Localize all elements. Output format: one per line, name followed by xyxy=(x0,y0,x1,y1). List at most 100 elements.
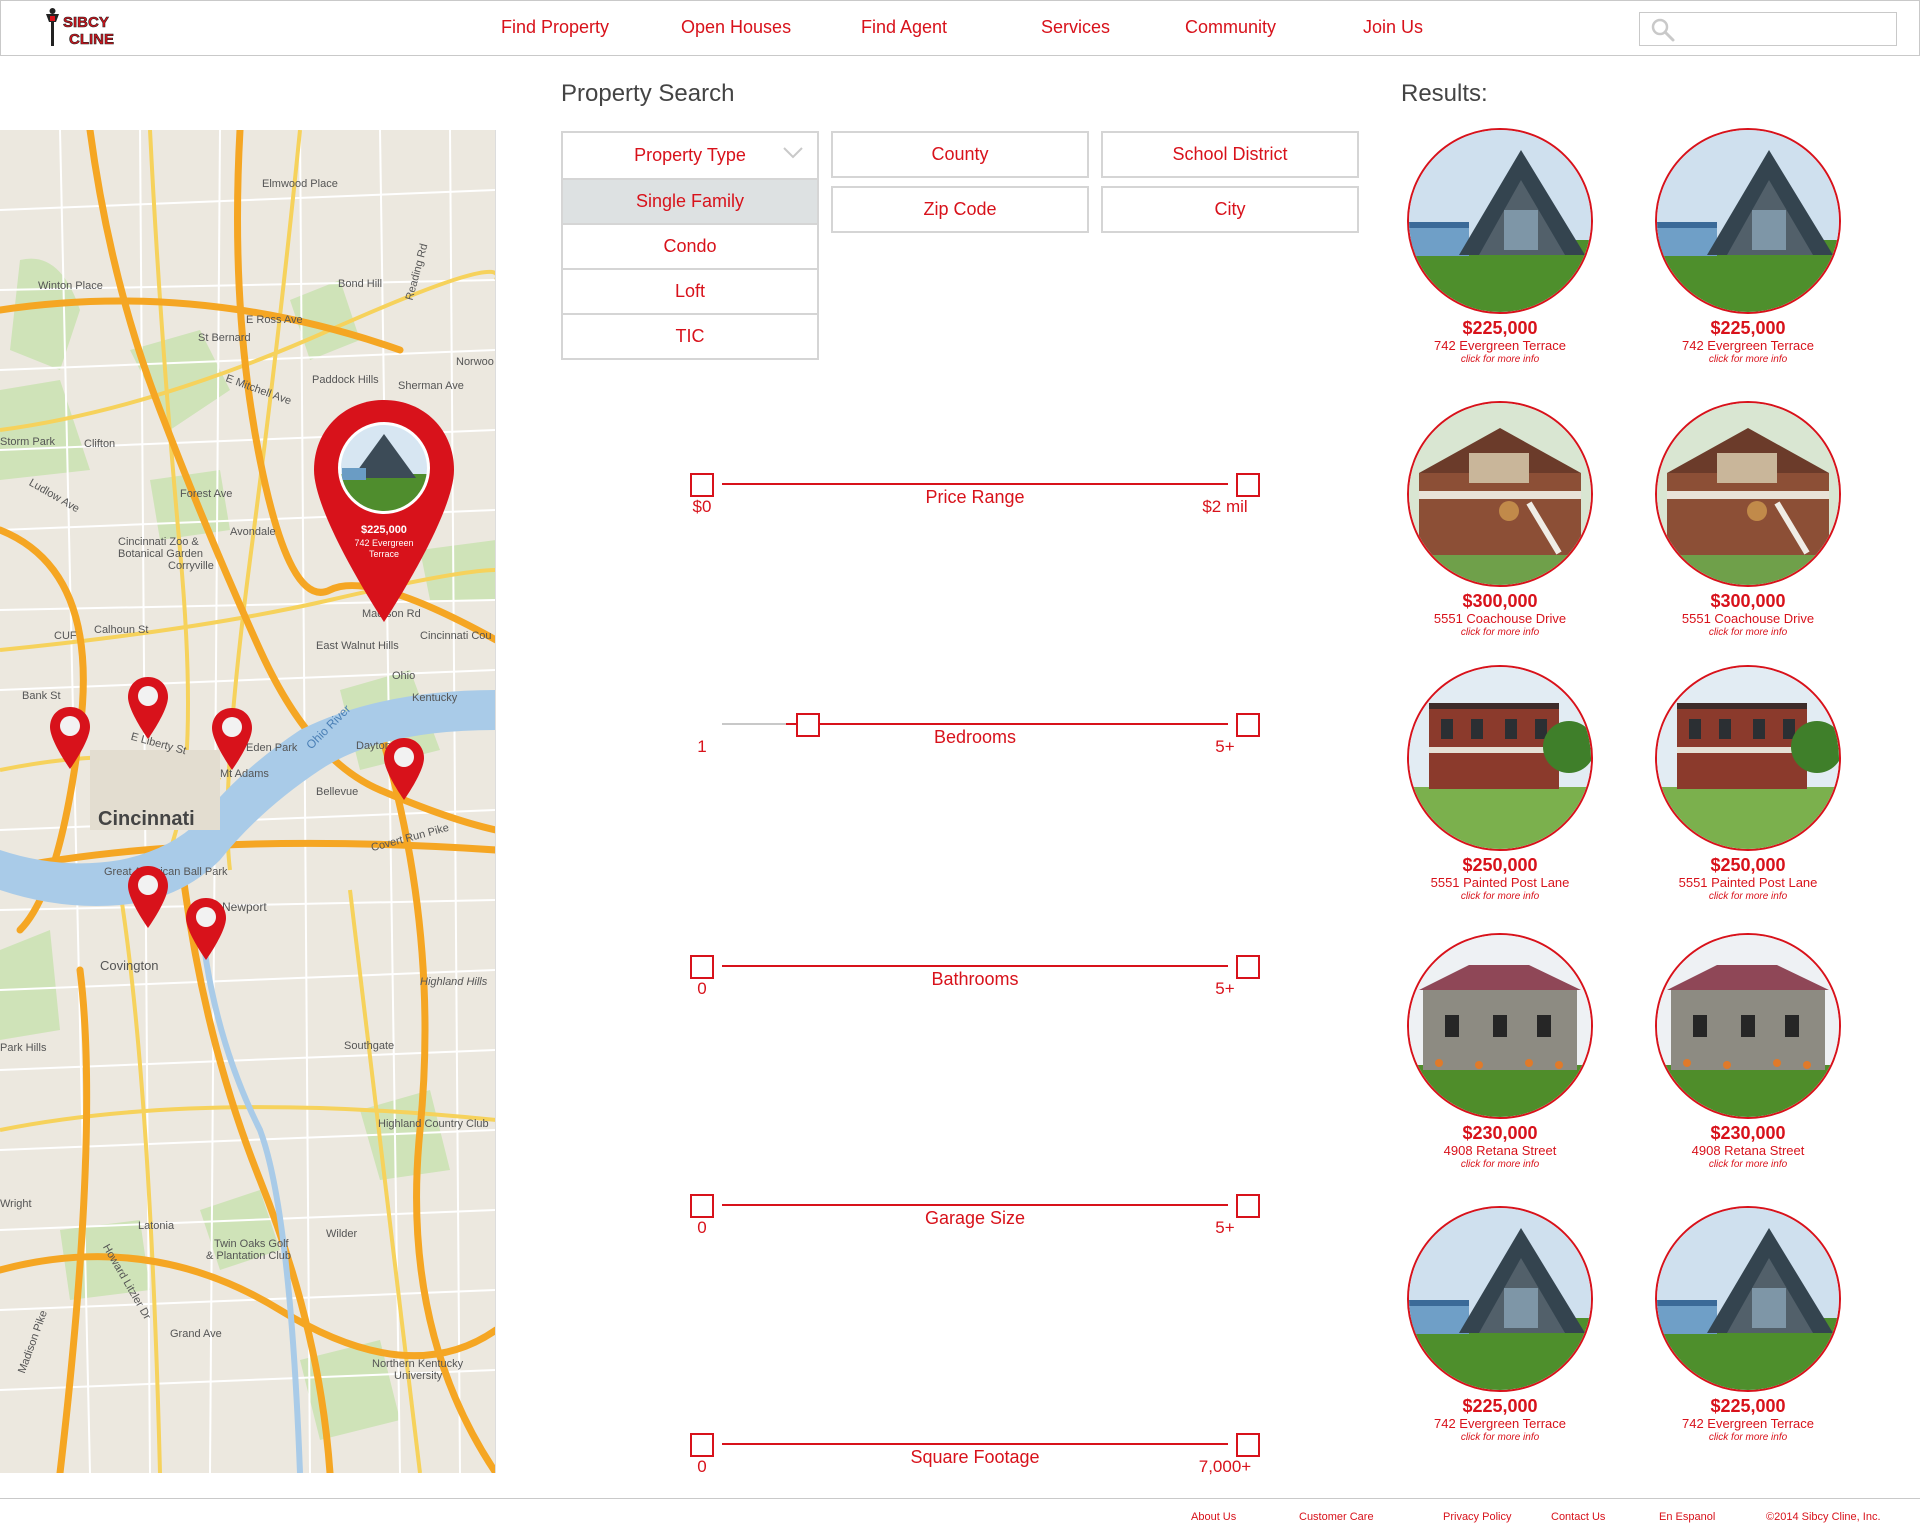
nav-services[interactable]: Services xyxy=(1041,17,1110,38)
result-more-info-link[interactable]: click for more info xyxy=(1380,891,1620,903)
footer-contact-us[interactable]: Contact Us xyxy=(1551,1511,1605,1523)
type-option-single-family[interactable]: Single Family xyxy=(563,178,817,223)
result-photo[interactable] xyxy=(1655,1206,1841,1392)
result-address: 5551 Coachouse Drive xyxy=(1433,611,1567,626)
property-type-label: Property Type xyxy=(634,145,746,165)
result-card[interactable]: $300,000 5551 Coachouse Drive click for mo… xyxy=(1380,401,1620,639)
garage-size-slider[interactable]: Garage Size 0 5+ xyxy=(690,1182,1260,1262)
result-card[interactable]: $225,000 742 Evergreen Terrace click for m… xyxy=(1380,128,1620,366)
county-filter[interactable]: County xyxy=(831,131,1089,178)
price-range-slider[interactable]: Price Range $0 $2 mil xyxy=(690,461,1260,541)
map-label-paddock: Paddock Hills xyxy=(312,374,379,386)
result-photo[interactable] xyxy=(1655,665,1841,851)
selected-map-pin[interactable]: $225,000 742 Evergreen Terrace xyxy=(312,398,456,624)
search-box[interactable] xyxy=(1639,12,1897,46)
result-more-info-link[interactable]: click for more info xyxy=(1628,1159,1868,1171)
square-footage-slider[interactable]: Square Footage 0 7,000+ xyxy=(690,1421,1260,1501)
slider-track xyxy=(722,965,1228,967)
result-more-info-link[interactable]: click for more info xyxy=(1628,891,1868,903)
result-photo[interactable] xyxy=(1655,933,1841,1119)
nav-open-houses[interactable]: Open Houses xyxy=(681,17,791,38)
result-card[interactable]: $225,000 742 Evergreen Terrace click for m… xyxy=(1380,1206,1620,1444)
result-more-info-link[interactable]: click for more info xyxy=(1380,354,1620,366)
footer-about-us[interactable]: About Us xyxy=(1191,1511,1236,1523)
result-photo[interactable] xyxy=(1655,128,1841,314)
result-card[interactable]: $250,000 5551 Painted Post Lane click for … xyxy=(1380,665,1620,903)
map-pin[interactable] xyxy=(382,736,426,802)
type-option-condo[interactable]: Condo xyxy=(563,223,817,268)
map-label-latonia: Latonia xyxy=(138,1220,175,1232)
result-more-info-link[interactable]: click for more info xyxy=(1628,1432,1868,1444)
slider-max-value: 5+ xyxy=(1215,737,1235,756)
pin-popup-price: $225,000 xyxy=(361,524,407,536)
chevron-down-icon[interactable] xyxy=(783,146,803,160)
result-address: 5551 Painted Post Lane xyxy=(1678,875,1818,890)
nav-find-agent[interactable]: Find Agent xyxy=(861,17,947,38)
result-address: 742 Evergreen Terrace xyxy=(1433,1416,1566,1431)
zip-code-filter[interactable]: Zip Code xyxy=(831,186,1089,233)
result-card[interactable]: $225,000 742 Evergreen Terrace click for m… xyxy=(1628,128,1868,366)
result-photo[interactable] xyxy=(1407,401,1593,587)
map-pin[interactable] xyxy=(126,675,170,741)
property-map[interactable]: Cincinnati Covington Newport Cincinnati … xyxy=(0,130,496,1473)
result-card[interactable]: $250,000 5551 Painted Post Lane click for … xyxy=(1628,665,1868,903)
result-price: $225,000 xyxy=(1710,1396,1786,1416)
search-icon[interactable] xyxy=(1650,17,1676,43)
result-photo[interactable] xyxy=(1407,665,1593,851)
site-header: SIBCY CLINE Find Property Open Houses Fi… xyxy=(0,0,1920,56)
footer-customer-care[interactable]: Customer Care xyxy=(1299,1511,1374,1523)
selected-pin-shape xyxy=(314,400,454,622)
footer-en-espanol[interactable]: En Espanol xyxy=(1659,1511,1715,1523)
nav-community[interactable]: Community xyxy=(1185,17,1276,38)
bathrooms-slider[interactable]: Bathrooms 0 5+ xyxy=(690,943,1260,1023)
slider-label: Garage Size xyxy=(924,1208,1026,1228)
footer-divider xyxy=(0,1498,1920,1499)
map-label-wright: Wright xyxy=(0,1198,32,1210)
property-type-dropdown[interactable]: Property Type Single Family Condo Loft T… xyxy=(561,131,819,360)
result-photo[interactable] xyxy=(1407,933,1593,1119)
result-photo[interactable] xyxy=(1655,401,1841,587)
map-label-calhoun: Calhoun St xyxy=(94,624,149,636)
slider-max-value: $2 mil xyxy=(1202,497,1248,516)
nav-find-property[interactable]: Find Property xyxy=(501,17,609,38)
house-photo xyxy=(1409,130,1591,312)
result-more-info-link[interactable]: click for more info xyxy=(1628,627,1868,639)
slider-label: Price Range xyxy=(925,487,1025,507)
map-pin[interactable] xyxy=(210,706,254,772)
map-pin[interactable] xyxy=(184,896,228,962)
result-price: $230,000 xyxy=(1462,1123,1538,1143)
nav-join-us[interactable]: Join Us xyxy=(1363,17,1423,38)
slider-track-fill xyxy=(786,723,1228,725)
result-more-info-link[interactable]: click for more info xyxy=(1380,1159,1620,1171)
map-label-sherman: Sherman Ave xyxy=(398,380,464,392)
map-label-winton-place: Winton Place xyxy=(38,280,103,292)
results-title: Results: xyxy=(1401,80,1488,107)
logo-text-1: SIBCY xyxy=(63,14,109,31)
sibcy-cline-logo[interactable]: SIBCY CLINE xyxy=(43,6,135,50)
result-more-info-link[interactable]: click for more info xyxy=(1628,354,1868,366)
school-district-filter[interactable]: School District xyxy=(1101,131,1359,178)
result-photo[interactable] xyxy=(1407,1206,1593,1392)
search-input[interactable] xyxy=(1682,17,1890,41)
result-photo[interactable] xyxy=(1407,128,1593,314)
footer-privacy-policy[interactable]: Privacy Policy xyxy=(1443,1511,1511,1523)
result-more-info-link[interactable]: click for more info xyxy=(1380,1432,1620,1444)
property-type-header[interactable]: Property Type xyxy=(563,133,817,178)
type-option-loft[interactable]: Loft xyxy=(563,268,817,313)
map-label-twin-oaks-2: & Plantation Club xyxy=(206,1250,291,1262)
slider-min-value: 0 xyxy=(697,979,707,998)
result-card[interactable]: $300,000 5551 Coachouse Drive click for mo… xyxy=(1628,401,1868,639)
result-more-info-link[interactable]: click for more info xyxy=(1380,627,1620,639)
city-filter[interactable]: City xyxy=(1101,186,1359,233)
result-card[interactable]: $230,000 4908 Retana Street click for more… xyxy=(1628,933,1868,1171)
result-card[interactable]: $225,000 742 Evergreen Terrace click for m… xyxy=(1628,1206,1868,1444)
map-pin[interactable] xyxy=(126,864,170,930)
map-label-cincinnati-cou: Cincinnati Cou xyxy=(420,630,492,642)
map-pin[interactable] xyxy=(48,705,92,771)
slider-track xyxy=(722,1443,1228,1445)
type-option-tic[interactable]: TIC xyxy=(563,313,817,358)
bedrooms-slider[interactable]: Bedrooms 1 5+ xyxy=(690,701,1260,781)
map-label-bank-st: Bank St xyxy=(22,690,61,702)
result-address: 4908 Retana Street xyxy=(1443,1143,1557,1158)
result-card[interactable]: $230,000 4908 Retana Street click for more… xyxy=(1380,933,1620,1171)
